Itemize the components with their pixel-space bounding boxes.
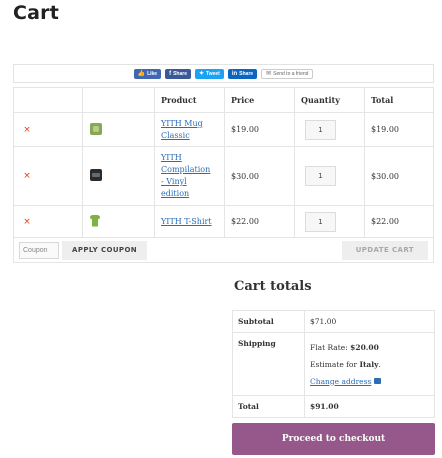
header-remove — [13, 87, 83, 113]
compilation-thumbnail[interactable] — [90, 169, 102, 181]
product-link[interactable]: YITH T-Shirt — [161, 216, 224, 228]
coupon-code-input[interactable]: Coupon — [19, 241, 59, 259]
facebook-like-button[interactable]: 👍 Like — [133, 68, 162, 79]
estimate-prefix: Estimate for — [310, 359, 358, 369]
header-quantity: Quantity — [294, 87, 365, 113]
total-value: $91.00 — [304, 395, 435, 418]
product-price: $30.00 — [224, 146, 295, 206]
facebook-share-label: Share — [173, 70, 187, 77]
linkedin-share-label: Share — [239, 70, 254, 77]
product-price: $19.00 — [224, 112, 295, 147]
product-link[interactable]: YITH Mug Classic — [161, 118, 224, 142]
product-name-line: Classic — [161, 130, 190, 140]
product-subtotal: $22.00 — [364, 205, 434, 238]
twitter-tweet-button[interactable]: ✦ Tweet — [194, 68, 224, 79]
product-name-line: YITH — [161, 153, 182, 162]
page-title: Cart — [13, 2, 60, 24]
shipping-rate-value: $20.00 — [350, 342, 379, 352]
product-name-line: - Vinyl — [161, 177, 187, 186]
send-to-friend-button[interactable]: ✉ Send to a friend — [261, 68, 314, 79]
mug-thumbnail[interactable] — [90, 122, 102, 135]
twitter-tweet-label: Tweet — [206, 70, 220, 77]
product-name-line: YITH T-Shirt — [161, 216, 212, 226]
header-total: Total — [364, 87, 434, 113]
product-price: $22.00 — [224, 205, 295, 238]
product-subtotal: $30.00 — [364, 146, 434, 206]
cart-table: Product Price Quantity Total × YITH Mug … — [13, 87, 434, 263]
shipping-truck-icon — [374, 378, 382, 384]
remove-item-icon[interactable]: × — [22, 171, 32, 181]
remove-item-icon[interactable]: × — [22, 125, 32, 135]
remove-item-icon[interactable]: × — [22, 217, 32, 227]
product-subtotal: $19.00 — [364, 112, 434, 147]
estimate-country: Italy — [359, 359, 379, 369]
cart-row: × YITH T-Shirt $22.00 1 $22.00 — [13, 205, 434, 238]
update-cart-button[interactable]: UPDATE CART — [341, 240, 428, 260]
shipping-rate-label: Flat Rate: — [310, 342, 348, 352]
header-thumbnail — [82, 87, 155, 113]
envelope-icon: ✉ — [266, 71, 272, 77]
shipping-estimate: Estimate for Italy. — [310, 356, 434, 373]
shipping-label: Shipping — [232, 332, 305, 396]
header-price: Price — [224, 87, 295, 113]
cart-row: × YITH Compilation - Vinyl edition $30.0… — [13, 146, 434, 206]
product-link[interactable]: YITH Compilation - Vinyl edition — [161, 152, 224, 200]
order-total-row: Total $91.00 — [232, 395, 435, 418]
apply-coupon-button[interactable]: APPLY COUPON — [62, 240, 148, 260]
shipping-method: Flat Rate: $20.00 — [310, 339, 434, 356]
change-address-label: Change address — [310, 376, 372, 386]
proceed-to-checkout-button[interactable]: Proceed to checkout — [232, 423, 435, 455]
quantity-input[interactable]: 1 — [305, 119, 336, 140]
facebook-share-button[interactable]: f Share — [165, 68, 191, 79]
thumbs-up-icon: 👍 — [137, 71, 146, 77]
cart-table-header: Product Price Quantity Total — [13, 87, 434, 113]
product-name-line: edition — [161, 189, 190, 198]
linkedin-icon: in — [231, 70, 238, 77]
header-product: Product — [154, 87, 225, 113]
subtotal-label: Subtotal — [232, 310, 305, 333]
product-name-line: YITH Mug — [161, 118, 203, 128]
twitter-icon: ✦ — [198, 71, 205, 77]
social-share-bar: 👍 Like f Share ✦ Tweet in Share ✉ Send t… — [13, 64, 434, 83]
quantity-input[interactable]: 1 — [305, 166, 336, 186]
coupon-form: Coupon APPLY COUPON — [19, 240, 148, 260]
facebook-icon: f — [169, 70, 172, 77]
send-to-friend-label: Send to a friend — [273, 70, 309, 77]
cart-row: × YITH Mug Classic $19.00 1 $19.00 — [13, 112, 434, 147]
change-address-link[interactable]: Change address — [310, 373, 382, 390]
facebook-like-label: Like — [147, 70, 158, 77]
cart-totals-table: Subtotal $71.00 Shipping Flat Rate: $20.… — [232, 310, 435, 418]
estimate-suffix: . — [378, 359, 381, 369]
subtotal-row: Subtotal $71.00 — [232, 310, 435, 333]
cart-actions-row: Coupon APPLY COUPON UPDATE CART — [13, 237, 434, 263]
total-label: Total — [232, 395, 305, 418]
quantity-input[interactable]: 1 — [305, 211, 336, 232]
shipping-row: Shipping Flat Rate: $20.00 Estimate for … — [232, 332, 435, 396]
cart-totals-title: Cart totals — [234, 279, 312, 294]
linkedin-share-button[interactable]: in Share — [227, 68, 258, 79]
subtotal-value: $71.00 — [304, 310, 435, 333]
product-name-line: Compilation — [161, 165, 211, 174]
tshirt-thumbnail[interactable] — [90, 214, 100, 227]
